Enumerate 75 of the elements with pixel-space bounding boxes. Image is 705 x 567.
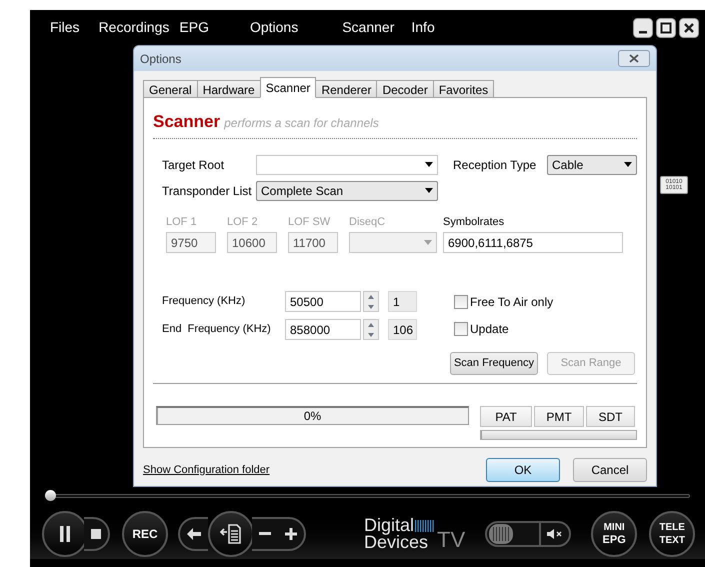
close-button[interactable] (618, 50, 650, 67)
logo-text: Digital (364, 517, 414, 534)
field-label: Symbolrates (443, 214, 506, 230)
mini-epg-button[interactable]: MINI EPG (591, 511, 638, 557)
dots-icon (415, 520, 436, 532)
record-button[interactable]: REC (122, 511, 168, 557)
tab[interactable]: Hardware (196, 80, 261, 98)
tab[interactable]: Decoder (376, 80, 434, 98)
stop-icon (91, 529, 101, 539)
section-subtitle: performs a scan for channels (224, 115, 379, 132)
close-icon (629, 54, 639, 63)
dropdown[interactable]: Cable (547, 154, 637, 174)
tab[interactable]: Renderer (315, 80, 378, 98)
field-label: LOF 1 (166, 214, 198, 230)
teletext-button[interactable]: TELE TEXT (649, 511, 696, 557)
caret-icon (425, 162, 433, 167)
menu-item[interactable]: EPG (179, 17, 209, 38)
caret-icon (424, 240, 432, 245)
tab[interactable]: Scanner (260, 77, 316, 98)
section-title: Scanner (153, 111, 220, 133)
field-label: Target Root (162, 156, 226, 174)
checkbox-label: Free To Air only (470, 294, 554, 311)
field-label: End Frequency (KHz) (162, 322, 272, 338)
back-button[interactable] (178, 517, 208, 551)
field-label: LOF 2 (227, 214, 259, 230)
field-label: DiseqC (349, 214, 386, 230)
menu-item[interactable]: Scanner (342, 17, 394, 38)
button[interactable]: Scan Frequency (450, 352, 538, 375)
mute-icon[interactable] (547, 529, 564, 539)
slider-knob-icon[interactable] (489, 524, 514, 544)
menu-item[interactable]: Options (250, 17, 298, 38)
field-label: Reception Type (453, 156, 538, 174)
seek-handle[interactable] (45, 490, 56, 501)
button[interactable]: PMT (534, 406, 584, 427)
dropdown[interactable]: Complete Scan (256, 180, 438, 200)
button[interactable]: PAT (480, 406, 532, 427)
logo-text: Devices (364, 534, 430, 551)
input-field[interactable]: 858000 (285, 319, 361, 340)
logo-text: TV (437, 529, 466, 551)
document-button[interactable] (208, 511, 254, 557)
close-icon[interactable] (679, 18, 699, 38)
left-arrow-icon (187, 528, 201, 540)
spinner[interactable] (363, 291, 379, 312)
checkbox[interactable] (454, 322, 468, 336)
input-field[interactable]: 50500 (285, 291, 361, 312)
stop-button[interactable] (84, 517, 110, 551)
field-label: LOF SW (288, 214, 332, 230)
maximize-icon[interactable] (656, 18, 676, 38)
tab[interactable]: Favorites (432, 80, 494, 98)
configuration-link[interactable]: Show Configuration folder (143, 462, 270, 478)
field-label: Frequency (KHz) (162, 294, 246, 310)
checkbox-label: Update (470, 321, 509, 338)
button[interactable]: OK (486, 458, 560, 482)
volume-slider[interactable] (485, 521, 572, 547)
button[interactable]: SDT (586, 406, 635, 427)
input-field[interactable]: 6900,6111,6875 (443, 232, 623, 253)
minimize-icon[interactable] (633, 18, 653, 38)
caret-icon (624, 162, 632, 167)
document-icon (220, 523, 242, 545)
button[interactable]: Cancel (573, 458, 647, 482)
pause-icon (59, 526, 71, 542)
caret-icon (425, 188, 433, 193)
menu-item[interactable]: Info (411, 17, 435, 38)
plus-icon[interactable] (285, 528, 297, 540)
menu-item[interactable]: Files (50, 17, 80, 38)
tab[interactable]: General (143, 80, 198, 98)
channel-readout: 106 (388, 319, 417, 340)
progress-text: 0% (304, 408, 322, 425)
field-label: Transponder List (162, 182, 253, 200)
checkbox[interactable] (454, 295, 468, 309)
spinner[interactable] (363, 319, 379, 340)
channel-readout: 1 (388, 291, 417, 312)
minus-icon[interactable] (259, 532, 271, 536)
dialog-title: Options (140, 50, 182, 68)
menu-item[interactable]: Recordings (98, 17, 170, 38)
